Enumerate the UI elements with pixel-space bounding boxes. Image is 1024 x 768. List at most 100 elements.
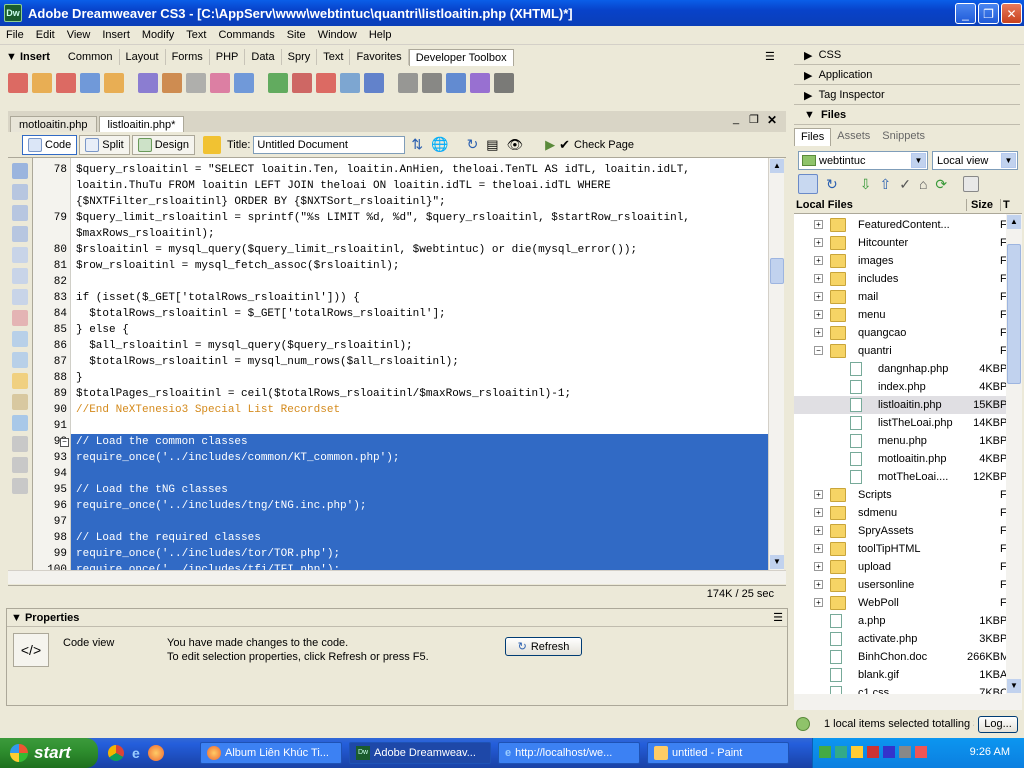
move-css-icon[interactable] bbox=[12, 415, 28, 431]
open-documents-icon[interactable] bbox=[12, 163, 28, 179]
highlight-invalid-icon[interactable] bbox=[12, 310, 28, 326]
expand-icon[interactable]: + bbox=[814, 508, 823, 517]
code-line[interactable]: require_once('../includes/common/KT_comm… bbox=[71, 450, 768, 466]
files-horizontal-scrollbar[interactable] bbox=[794, 694, 1022, 710]
nav-bar-icon[interactable] bbox=[104, 73, 124, 93]
refresh-files-icon[interactable]: ↻ bbox=[826, 176, 838, 193]
code-line[interactable]: // Load the required classes bbox=[71, 530, 768, 546]
menu-modify[interactable]: Modify bbox=[136, 29, 180, 41]
doc-close-icon[interactable]: ✕ bbox=[767, 113, 777, 127]
expand-icon[interactable]: + bbox=[814, 526, 823, 535]
files-scroll-thumb[interactable] bbox=[1007, 244, 1021, 384]
file-row[interactable]: + usersonline F bbox=[794, 576, 1006, 594]
files-scroll-up-icon[interactable]: ▲ bbox=[1007, 215, 1021, 229]
update-icon[interactable] bbox=[316, 73, 336, 93]
files-tab-files[interactable]: Files bbox=[794, 128, 832, 146]
wrap-tag-icon[interactable] bbox=[12, 373, 28, 389]
expand-icon[interactable]: + bbox=[814, 220, 823, 229]
insert-tab-developer-toolbox[interactable]: Developer Toolbox bbox=[408, 48, 514, 66]
ie-quicklaunch-icon[interactable]: e bbox=[132, 745, 140, 761]
tray-network-icon[interactable] bbox=[819, 746, 831, 758]
chart-icon[interactable] bbox=[470, 73, 490, 93]
insert-tab-data[interactable]: Data bbox=[245, 49, 282, 65]
repeat-region-icon[interactable] bbox=[56, 73, 76, 93]
menu-commands[interactable]: Commands bbox=[212, 29, 280, 41]
synchronize-icon[interactable]: ⟳ bbox=[935, 176, 947, 193]
code-line[interactable]: $query_limit_rsloaitinl = sprintf("%s LI… bbox=[71, 210, 768, 226]
collapse-icon[interactable]: − bbox=[814, 346, 823, 355]
code-line[interactable]: if (isset($_GET['totalRows_rsloaitinl'])… bbox=[71, 290, 768, 306]
document-title-input[interactable] bbox=[253, 135, 406, 154]
files-vertical-scrollbar[interactable]: ▲ ▼ bbox=[1006, 214, 1022, 694]
expand-icon[interactable]: + bbox=[814, 490, 823, 499]
collapse-tag-icon[interactable] bbox=[12, 184, 28, 200]
file-row[interactable]: + Scripts F bbox=[794, 486, 1006, 504]
insert-tab-layout[interactable]: Layout bbox=[120, 49, 166, 65]
file-management-icon[interactable]: ⇅ bbox=[411, 136, 423, 153]
code-fold-icon[interactable]: − bbox=[60, 438, 69, 447]
tag-inspector-panel-header[interactable]: ▶ Tag Inspector bbox=[794, 86, 1020, 105]
file-row[interactable]: a.php 1KB P bbox=[794, 612, 1006, 630]
code-line[interactable]: $rsloaitinl = mysql_query($query_limit_r… bbox=[71, 242, 768, 258]
code-line[interactable]: // Load the common classes bbox=[71, 434, 768, 450]
code-line[interactable]: $query_rsloaitinl = "SELECT loaitin.Ten,… bbox=[71, 162, 768, 178]
outdent-code-icon[interactable] bbox=[12, 457, 28, 473]
scroll-down-arrow-icon[interactable]: ▼ bbox=[770, 555, 784, 569]
refresh-design-icon[interactable]: ↻ bbox=[467, 136, 479, 153]
dynamic-text-icon[interactable] bbox=[80, 73, 100, 93]
visual-aids-icon[interactable]: 👁 bbox=[507, 137, 524, 153]
expand-all-icon[interactable] bbox=[12, 226, 28, 242]
code-line[interactable]: $totalRows_rsloaitinl = $_GET['totalRows… bbox=[71, 306, 768, 322]
expand-icon[interactable]: + bbox=[814, 274, 823, 283]
code-line[interactable]: //End NeXTenesio3 Special List Recordset bbox=[71, 402, 768, 418]
tray-app-icon[interactable] bbox=[899, 746, 911, 758]
connect-remote-icon[interactable] bbox=[798, 174, 818, 194]
code-vertical-scrollbar[interactable]: ▲ ▼ bbox=[768, 158, 784, 570]
file-row[interactable]: + Hitcounter F bbox=[794, 234, 1006, 252]
file-row[interactable]: menu.php 1KB P bbox=[794, 432, 1006, 450]
expand-icon[interactable]: + bbox=[814, 544, 823, 553]
doc-minimize-icon[interactable]: _ bbox=[733, 113, 739, 125]
scroll-thumb[interactable] bbox=[770, 258, 784, 284]
layout-icon[interactable] bbox=[398, 73, 418, 93]
insert-tab-text[interactable]: Text bbox=[317, 49, 351, 65]
menu-text[interactable]: Text bbox=[180, 29, 212, 41]
code-view-button[interactable]: Code bbox=[22, 134, 78, 155]
menu-view[interactable]: View bbox=[61, 29, 97, 41]
doc-tab-motloaitin-php[interactable]: motloaitin.php bbox=[10, 116, 97, 133]
insert-bar-label[interactable]: ▼ Insert bbox=[6, 51, 50, 63]
split-view-button[interactable]: Split bbox=[79, 134, 130, 155]
code-line[interactable] bbox=[71, 466, 768, 482]
code-line[interactable]: require_once('../includes/tor/TOR.php'); bbox=[71, 546, 768, 562]
taskbar-task-dreamweaver[interactable]: Dw Adobe Dreamweav... bbox=[349, 742, 491, 764]
insert-tab-favorites[interactable]: Favorites bbox=[350, 49, 409, 65]
check-out-icon[interactable]: ✓ bbox=[899, 176, 911, 193]
code-line[interactable]: {$NXTFilter_rsloaitinl} ORDER BY {$NXTSo… bbox=[71, 194, 768, 210]
menu-site[interactable]: Site bbox=[281, 29, 312, 41]
file-row[interactable]: index.php 4KB P bbox=[794, 378, 1006, 396]
code-line[interactable]: $all_rsloaitinl = mysql_query($query_rsl… bbox=[71, 338, 768, 354]
check-in-icon[interactable]: ⌂ bbox=[919, 176, 927, 192]
file-row[interactable]: + FeaturedContent... F bbox=[794, 216, 1006, 234]
files-panel-header[interactable]: ▼ Files bbox=[794, 106, 1020, 125]
preview-browser-icon[interactable]: 🌐 bbox=[431, 136, 448, 153]
properties-options-icon[interactable]: ☰ bbox=[773, 611, 783, 624]
expand-icon[interactable]: + bbox=[814, 238, 823, 247]
file-row[interactable]: + includes F bbox=[794, 270, 1006, 288]
tray-antivirus-icon[interactable] bbox=[867, 746, 879, 758]
file-row[interactable]: − quantri F bbox=[794, 342, 1006, 360]
taskbar-task-paint[interactable]: untitled - Paint bbox=[647, 742, 789, 764]
insert-tab-forms[interactable]: Forms bbox=[166, 49, 210, 65]
format-source-icon[interactable] bbox=[12, 478, 28, 494]
view-select[interactable]: Local view ▼ bbox=[932, 151, 1018, 170]
local-files-column[interactable]: Local Files bbox=[796, 199, 853, 211]
expand-icon[interactable]: + bbox=[814, 328, 823, 337]
taskbar-task-album[interactable]: Album Liên Khúc Ti... bbox=[200, 742, 342, 764]
file-row[interactable]: + upload F bbox=[794, 558, 1006, 576]
apply-comment-icon[interactable] bbox=[12, 331, 28, 347]
scroll-up-arrow-icon[interactable]: ▲ bbox=[770, 159, 784, 173]
list-icon[interactable] bbox=[138, 73, 158, 93]
file-row[interactable]: + toolTipHTML F bbox=[794, 540, 1006, 558]
file-row[interactable]: + SpryAssets F bbox=[794, 522, 1006, 540]
css-panel-header[interactable]: ▶ CSS bbox=[794, 46, 1020, 65]
